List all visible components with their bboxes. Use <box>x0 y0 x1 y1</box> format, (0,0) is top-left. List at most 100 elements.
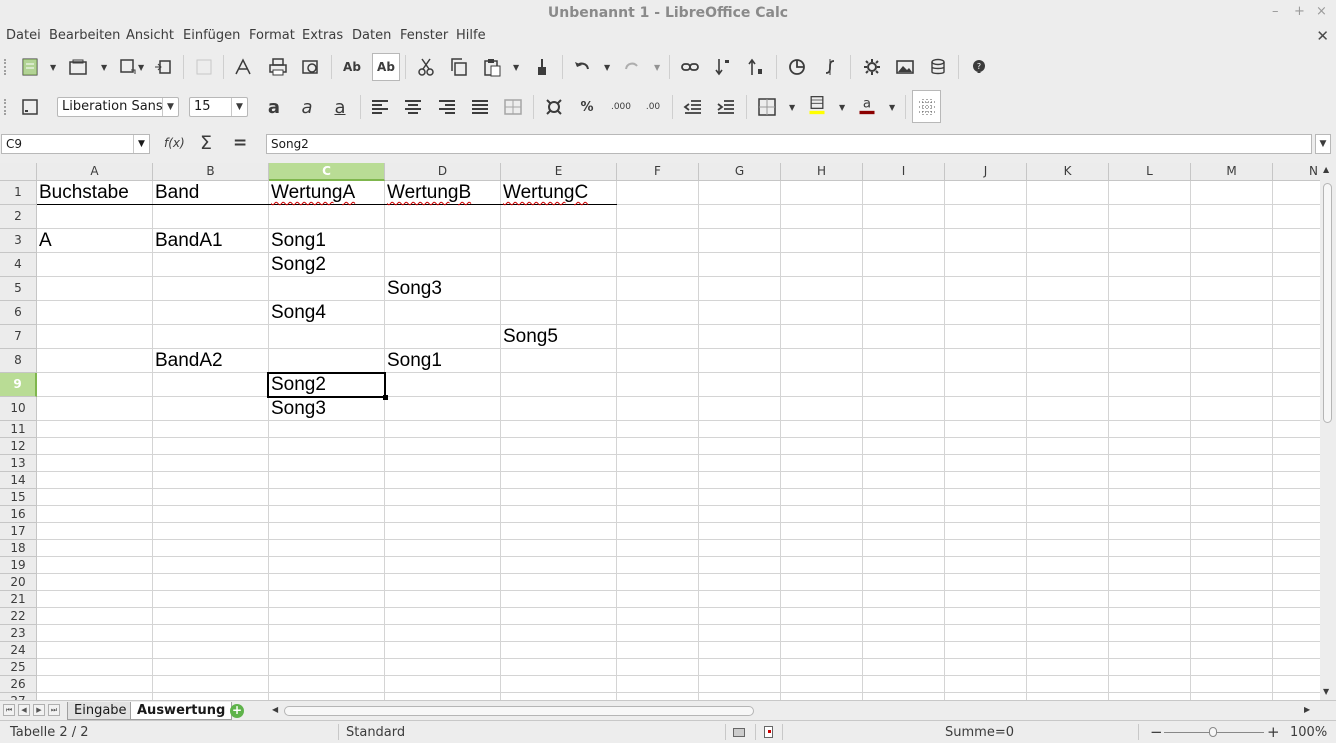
pivot-table-icon[interactable] <box>818 55 842 79</box>
cell-cursor[interactable] <box>267 372 388 400</box>
edit-mode-icon[interactable] <box>192 55 216 79</box>
sort-descending-icon[interactable] <box>744 55 768 79</box>
column-header-e[interactable]: E <box>501 163 617 181</box>
row-header-9[interactable]: 9 <box>0 373 37 397</box>
background-color-icon[interactable] <box>805 93 829 117</box>
currency-format-icon[interactable] <box>542 95 566 119</box>
row-header-21[interactable]: 21 <box>0 591 37 608</box>
formula-input[interactable]: Song2 <box>266 134 1312 154</box>
menu-daten[interactable]: Daten <box>352 28 391 43</box>
column-header-k[interactable]: K <box>1027 163 1109 181</box>
align-left-icon[interactable] <box>368 95 392 119</box>
cell-e1[interactable]: WertungC <box>501 182 588 204</box>
minimize-button[interactable]: – <box>1272 4 1279 19</box>
menu-extras[interactable]: Extras <box>302 28 343 43</box>
redo-icon[interactable] <box>620 55 644 79</box>
row-header-8[interactable]: 8 <box>0 349 37 373</box>
menu-bearbeiten[interactable]: Bearbeiten <box>49 28 120 43</box>
menu-format[interactable]: Format <box>249 28 295 43</box>
save-dropdown-icon[interactable]: ▼ <box>138 63 144 72</box>
redo-dropdown-icon[interactable]: ▼ <box>654 63 660 72</box>
cut-icon[interactable] <box>414 55 438 79</box>
font-name-combo[interactable]: Liberation Sans ▼ <box>57 97 179 117</box>
merge-cells-icon[interactable] <box>501 95 525 119</box>
formula-icon[interactable]: = <box>233 133 247 153</box>
cell-c4[interactable]: Song2 <box>269 254 326 276</box>
cell-c3[interactable]: Song1 <box>269 230 326 252</box>
cell-b3[interactable]: BandA1 <box>153 230 223 252</box>
undo-dropdown-icon[interactable]: ▼ <box>604 63 610 72</box>
zoom-level[interactable]: 100% <box>1290 725 1327 740</box>
row-header-14[interactable]: 14 <box>0 472 37 489</box>
save-icon[interactable] <box>116 55 140 79</box>
column-header-n[interactable]: N <box>1273 163 1320 181</box>
spelling-icon[interactable]: Ab <box>340 55 364 79</box>
new-document-icon[interactable] <box>18 55 42 79</box>
column-header-d[interactable]: D <box>385 163 501 181</box>
row-header-25[interactable]: 25 <box>0 659 37 676</box>
cell-c6[interactable]: Song4 <box>269 302 326 324</box>
close-document-icon[interactable]: ✕ <box>1316 27 1329 45</box>
justify-icon[interactable] <box>468 95 492 119</box>
scroll-up-icon[interactable]: ▲ <box>1323 165 1329 174</box>
row-header-15[interactable]: 15 <box>0 489 37 506</box>
export-pdf-icon[interactable] <box>231 55 255 79</box>
cell-a1[interactable]: Buchstabe <box>37 182 129 204</box>
selection-mode-icon[interactable] <box>733 728 745 737</box>
menu-ansicht[interactable]: Ansicht <box>126 28 174 43</box>
first-sheet-icon[interactable]: ⏮ <box>3 704 15 716</box>
scroll-right-icon[interactable]: ▶ <box>1304 705 1310 714</box>
column-header-f[interactable]: F <box>617 163 699 181</box>
column-header-g[interactable]: G <box>699 163 781 181</box>
next-sheet-icon[interactable]: ▶ <box>33 704 45 716</box>
scroll-left-icon[interactable]: ◀ <box>272 705 278 714</box>
help-icon[interactable]: ? <box>967 55 991 79</box>
chevron-down-icon[interactable]: ▼ <box>133 135 149 153</box>
chevron-down-icon[interactable]: ▼ <box>231 98 247 116</box>
row-header-17[interactable]: 17 <box>0 523 37 540</box>
borders-icon[interactable] <box>755 95 779 119</box>
scroll-down-icon[interactable]: ▼ <box>1323 687 1329 696</box>
row-header-11[interactable]: 11 <box>0 421 37 438</box>
last-sheet-icon[interactable]: ⏭ <box>48 704 60 716</box>
add-sheet-icon[interactable]: + <box>230 704 244 718</box>
row-header-13[interactable]: 13 <box>0 455 37 472</box>
font-color-dropdown-icon[interactable]: ▼ <box>889 103 895 112</box>
row-header-23[interactable]: 23 <box>0 625 37 642</box>
row-header-4[interactable]: 4 <box>0 253 37 277</box>
sheet-tab-auswertung[interactable]: Auswertung <box>130 702 233 720</box>
row-header-12[interactable]: 12 <box>0 438 37 455</box>
bold-icon[interactable]: a <box>262 95 286 119</box>
row-header-16[interactable]: 16 <box>0 506 37 523</box>
row-header-27[interactable]: 27 <box>0 693 37 700</box>
sheet-tab-eingabe[interactable]: Eingabe <box>67 702 134 720</box>
align-right-icon[interactable] <box>435 95 459 119</box>
close-window-button[interactable]: × <box>1316 4 1327 19</box>
align-center-icon[interactable] <box>401 95 425 119</box>
cell-c10[interactable]: Song3 <box>269 398 326 420</box>
horizontal-scroll-thumb[interactable] <box>284 706 754 716</box>
vertical-scrollbar[interactable]: ▲ ▼ <box>1320 163 1336 700</box>
previous-sheet-icon[interactable]: ◀ <box>18 704 30 716</box>
print-preview-icon[interactable] <box>299 55 323 79</box>
row-header-18[interactable]: 18 <box>0 540 37 557</box>
zoom-slider-knob[interactable] <box>1209 727 1217 737</box>
column-header-i[interactable]: I <box>863 163 945 181</box>
column-header-c[interactable]: C <box>269 163 385 181</box>
autospellcheck-icon[interactable]: Ab <box>372 53 400 81</box>
toolbar-grip[interactable] <box>4 99 8 115</box>
column-header-b[interactable]: B <box>153 163 269 181</box>
print-icon[interactable] <box>266 55 290 79</box>
sidebar-icon[interactable] <box>18 95 42 119</box>
row-header-22[interactable]: 22 <box>0 608 37 625</box>
sort-ascending-icon[interactable] <box>711 55 735 79</box>
font-size-combo[interactable]: 15 ▼ <box>189 97 248 117</box>
zoom-in-icon[interactable]: + <box>1267 723 1280 741</box>
row-header-19[interactable]: 19 <box>0 557 37 574</box>
row-header-24[interactable]: 24 <box>0 642 37 659</box>
sum-icon[interactable]: Σ <box>200 132 212 154</box>
cell-b8[interactable]: BandA2 <box>153 350 223 372</box>
row-header-20[interactable]: 20 <box>0 574 37 591</box>
menu-hilfe[interactable]: Hilfe <box>456 28 486 43</box>
cell-d5[interactable]: Song3 <box>385 278 442 300</box>
